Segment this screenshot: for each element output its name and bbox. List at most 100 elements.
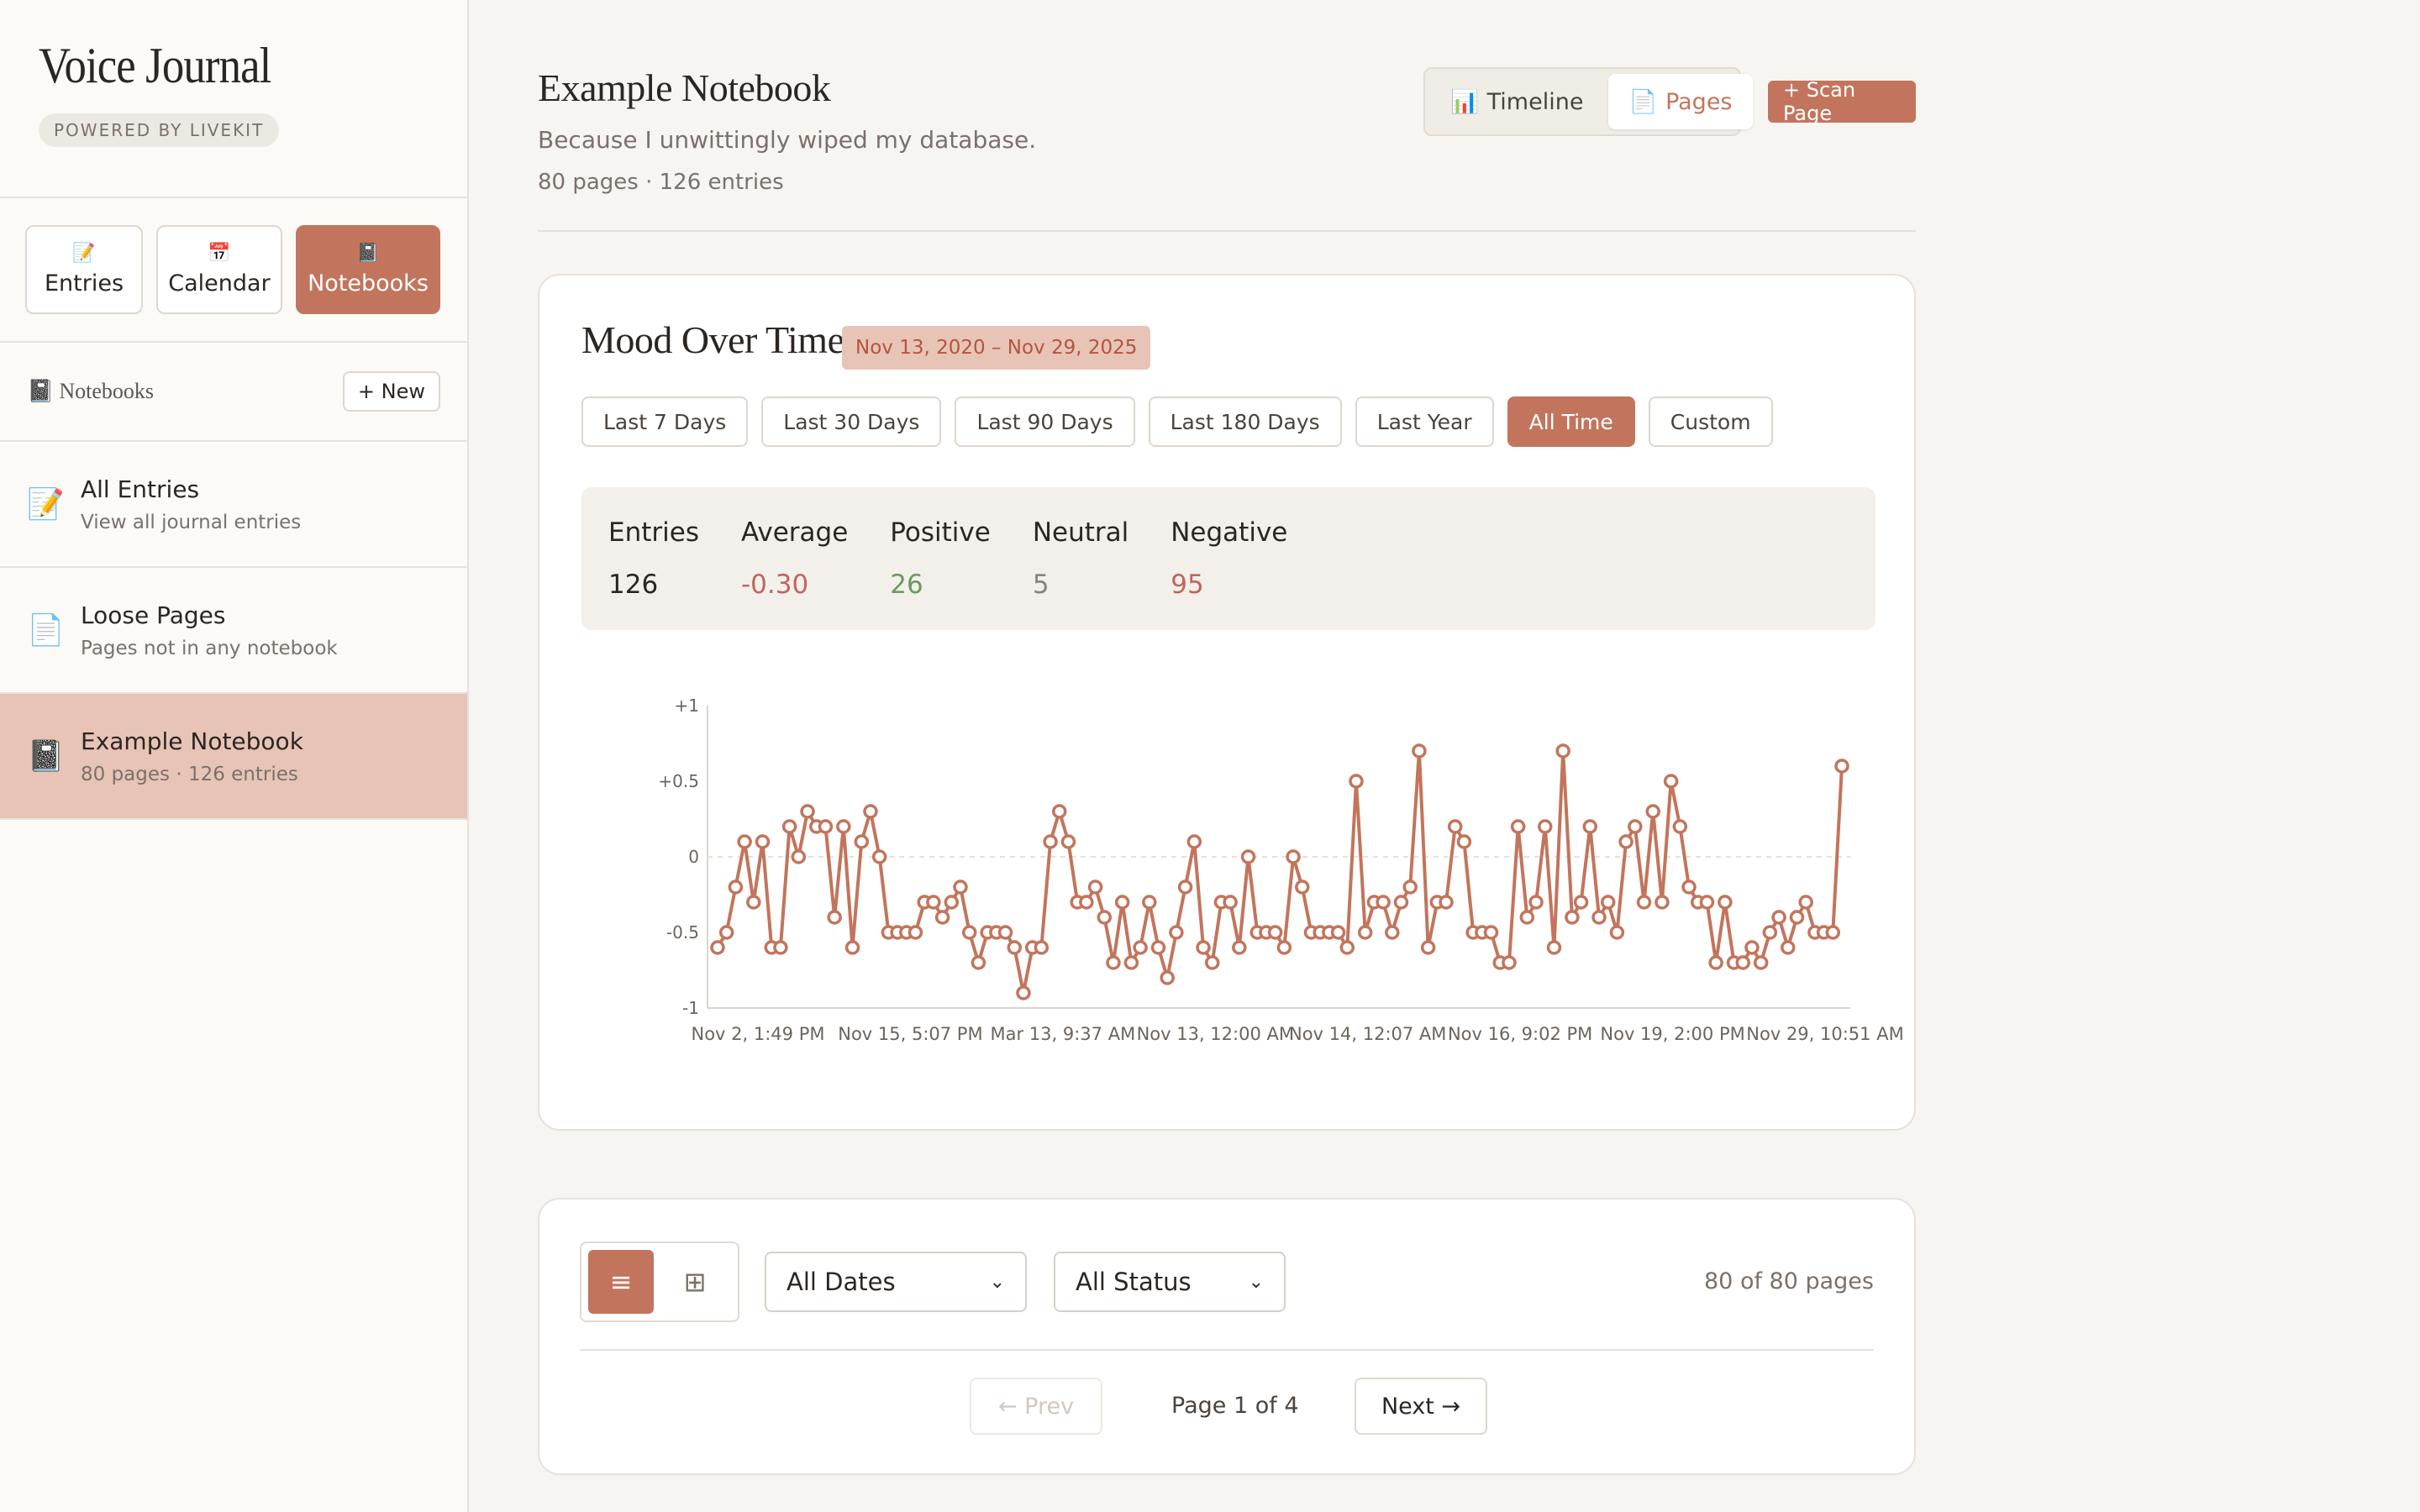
data-point[interactable]: [755, 834, 771, 849]
data-point[interactable]: [1655, 895, 1670, 910]
data-point[interactable]: [1762, 925, 1778, 940]
data-point[interactable]: [781, 819, 797, 834]
data-point[interactable]: [1177, 879, 1193, 895]
data-point[interactable]: [1357, 925, 1373, 940]
data-point[interactable]: [1519, 910, 1535, 925]
data-point[interactable]: [1016, 985, 1031, 1000]
tab-pages[interactable]: 📄 Pages: [1608, 74, 1753, 129]
data-point[interactable]: [944, 895, 960, 910]
data-point[interactable]: [1106, 955, 1121, 970]
next-page-button[interactable]: Next →: [1355, 1378, 1487, 1435]
data-point[interactable]: [1420, 940, 1436, 955]
data-point[interactable]: [1079, 895, 1094, 910]
data-point[interactable]: [961, 925, 977, 940]
data-point[interactable]: [1150, 940, 1166, 955]
data-point[interactable]: [871, 849, 887, 864]
data-point[interactable]: [1744, 940, 1760, 955]
data-point[interactable]: [1447, 819, 1463, 834]
grid-view-button[interactable]: ⊞: [662, 1250, 728, 1314]
data-point[interactable]: [1349, 774, 1364, 789]
data-point[interactable]: [863, 804, 878, 819]
data-point[interactable]: [1636, 895, 1652, 910]
data-point[interactable]: [1645, 804, 1660, 819]
data-point[interactable]: [1223, 895, 1238, 910]
data-point[interactable]: [1735, 955, 1751, 970]
data-point[interactable]: [1528, 895, 1544, 910]
mode-entries-button[interactable]: 📝 Entries: [25, 225, 143, 314]
data-point[interactable]: [746, 895, 761, 910]
data-point[interactable]: [1538, 819, 1553, 834]
date-filter-select[interactable]: All Dates ⌄: [765, 1252, 1027, 1312]
data-point[interactable]: [827, 910, 842, 925]
data-point[interactable]: [710, 940, 725, 955]
data-point[interactable]: [1007, 940, 1022, 955]
scan-page-button[interactable]: + Scan Page: [1768, 78, 1916, 125]
data-point[interactable]: [1718, 895, 1733, 910]
data-point[interactable]: [818, 819, 834, 834]
data-point[interactable]: [1034, 940, 1050, 955]
sidebar-item-loose-pages[interactable]: 📄 Loose Pages Pages not in any notebook: [0, 568, 467, 694]
data-point[interactable]: [1232, 940, 1247, 955]
data-point[interactable]: [1456, 834, 1472, 849]
data-point[interactable]: [1393, 895, 1409, 910]
data-point[interactable]: [1825, 925, 1841, 940]
data-point[interactable]: [1555, 743, 1570, 759]
data-point[interactable]: [1267, 925, 1283, 940]
data-point[interactable]: [737, 834, 752, 849]
data-point[interactable]: [1708, 955, 1723, 970]
data-point[interactable]: [1060, 834, 1076, 849]
tab-timeline[interactable]: 📊 Timeline: [1430, 74, 1603, 129]
data-point[interactable]: [1834, 759, 1849, 774]
status-filter-select[interactable]: All Status ⌄: [1054, 1252, 1286, 1312]
data-point[interactable]: [1196, 940, 1211, 955]
data-point[interactable]: [1582, 819, 1598, 834]
data-point[interactable]: [1439, 895, 1454, 910]
data-point[interactable]: [773, 940, 788, 955]
data-point[interactable]: [800, 804, 815, 819]
data-point[interactable]: [1339, 940, 1355, 955]
data-point[interactable]: [1502, 955, 1517, 970]
data-point[interactable]: [1123, 955, 1139, 970]
data-point[interactable]: [1753, 955, 1769, 970]
new-notebook-button[interactable]: + New: [342, 371, 440, 412]
data-point[interactable]: [1781, 940, 1796, 955]
data-point[interactable]: [1771, 910, 1786, 925]
data-point[interactable]: [1276, 940, 1292, 955]
data-point[interactable]: [1286, 849, 1301, 864]
data-point[interactable]: [1483, 925, 1499, 940]
data-point[interactable]: [1681, 879, 1697, 895]
data-point[interactable]: [934, 910, 950, 925]
data-point[interactable]: [854, 834, 870, 849]
data-point[interactable]: [1591, 910, 1607, 925]
data-point[interactable]: [1628, 819, 1643, 834]
data-point[interactable]: [1600, 895, 1616, 910]
data-point[interactable]: [1573, 895, 1589, 910]
data-point[interactable]: [1565, 910, 1580, 925]
data-point[interactable]: [1160, 970, 1175, 985]
prev-page-button[interactable]: ← Prev: [970, 1378, 1102, 1435]
data-point[interactable]: [908, 925, 923, 940]
data-point[interactable]: [1385, 925, 1400, 940]
data-point[interactable]: [1402, 879, 1418, 895]
data-point[interactable]: [728, 879, 744, 895]
data-point[interactable]: [1114, 895, 1130, 910]
data-point[interactable]: [1169, 925, 1184, 940]
data-point[interactable]: [1043, 834, 1058, 849]
data-point[interactable]: [971, 955, 986, 970]
data-point[interactable]: [1330, 925, 1346, 940]
data-point[interactable]: [1240, 849, 1256, 864]
data-point[interactable]: [1087, 879, 1103, 895]
mode-notebooks-button[interactable]: 📓 Notebooks: [296, 225, 440, 314]
data-point[interactable]: [1412, 743, 1427, 759]
data-point[interactable]: [844, 940, 860, 955]
data-point[interactable]: [1186, 834, 1202, 849]
data-point[interactable]: [718, 925, 734, 940]
data-point[interactable]: [1133, 940, 1148, 955]
data-point[interactable]: [1672, 819, 1688, 834]
sidebar-item-example-notebook[interactable]: 📓 Example Notebook 80 pages · 126 entrie…: [0, 694, 467, 820]
sidebar-item-all-entries[interactable]: 📝 All Entries View all journal entries: [0, 442, 467, 568]
data-point[interactable]: [926, 895, 941, 910]
data-point[interactable]: [997, 925, 1013, 940]
list-view-button[interactable]: ≡: [588, 1250, 654, 1314]
data-point[interactable]: [1204, 955, 1220, 970]
